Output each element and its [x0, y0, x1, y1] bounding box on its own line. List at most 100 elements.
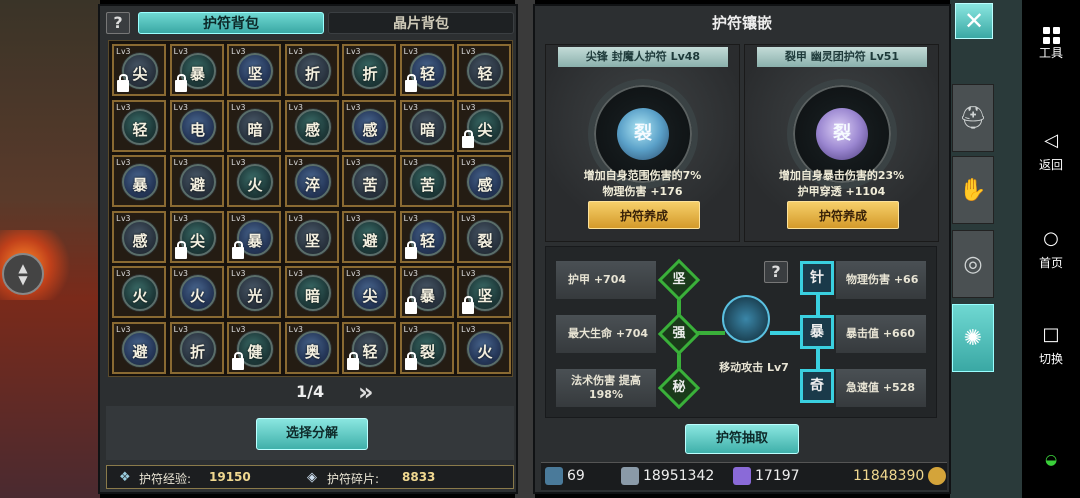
next-page-icon[interactable]: »: [358, 378, 373, 406]
slot-level: Lv3: [116, 269, 131, 278]
amulet-slot[interactable]: Lv3 火: [112, 266, 166, 318]
amulet-slot[interactable]: Lv3 光: [227, 266, 281, 318]
amulet-slot[interactable]: Lv3 裂: [457, 210, 511, 263]
amulet-slot[interactable]: Lv3 暗: [399, 99, 454, 152]
amulet-slot[interactable]: Lv3 折: [169, 321, 224, 374]
amulet-glyph: 苦: [362, 176, 378, 194]
amulet-slot[interactable]: Lv3 尖: [342, 266, 396, 318]
amulet-slot[interactable]: Lv3 坚: [227, 44, 281, 96]
grid-icon: [1022, 16, 1080, 44]
amulet-slot[interactable]: Lv3 避: [169, 155, 224, 207]
amulet-glyph: 淬: [304, 176, 320, 194]
gem-socket-needle[interactable]: 针: [800, 261, 834, 295]
amulet-glyph: 感: [477, 176, 493, 194]
amulet-slot[interactable]: Lv3 感: [457, 155, 511, 207]
amulet-gem-icon: 暗: [409, 108, 446, 145]
lock-icon: [117, 74, 129, 92]
shield-tab[interactable]: ◎: [952, 230, 994, 298]
floating-scroll-button[interactable]: ▲ ▼: [2, 253, 44, 295]
gem-socket-strong[interactable]: 强: [657, 312, 701, 356]
amulet-slot[interactable]: Lv3 尖: [457, 99, 511, 152]
amulet-slot[interactable]: Lv3 苦: [342, 155, 396, 207]
amulet-slot[interactable]: Lv3 火: [457, 321, 511, 374]
amulet-slot[interactable]: Lv3 暴: [112, 155, 166, 207]
amulet-slot[interactable]: Lv3 坚: [457, 266, 511, 318]
core-skill-label: 移动攻击 Lv7: [719, 361, 789, 374]
amulet-gem-icon: 光: [237, 275, 273, 311]
amulet-slot[interactable]: Lv3 苦: [399, 155, 454, 207]
amulet-slot[interactable]: Lv3 奥: [284, 321, 339, 374]
amulet-slot[interactable]: Lv3 火: [169, 266, 224, 318]
sword-icon: [545, 467, 563, 485]
amulet-glyph: 轻: [132, 120, 148, 139]
amulet-slot[interactable]: Lv3 轻: [399, 44, 454, 96]
slot-level: Lv3: [461, 324, 476, 334]
help-icon[interactable]: ?: [764, 261, 788, 283]
amulet-slot[interactable]: Lv3 暗: [284, 266, 339, 318]
amulet-slot[interactable]: Lv3 折: [284, 44, 339, 96]
amulet-slot[interactable]: Lv3 轻: [342, 321, 396, 374]
amulet-slot[interactable]: Lv3 轻: [112, 99, 166, 152]
amulet-slot[interactable]: Lv3 健: [227, 321, 281, 374]
amulet-glyph: 火: [477, 342, 493, 361]
amulet-gem-icon: 感: [467, 164, 503, 200]
gloves-tab[interactable]: ✋: [952, 156, 994, 224]
tab-chip-bag[interactable]: 晶片背包: [328, 12, 514, 34]
amulet-slot[interactable]: Lv3 暴: [169, 44, 224, 96]
help-icon[interactable]: ?: [106, 12, 130, 34]
exp-gem-icon: ❖: [119, 470, 131, 485]
amulet-glyph: 坚: [304, 231, 320, 250]
amulet-slot[interactable]: Lv3 淬: [284, 155, 339, 207]
amulet-slot[interactable]: Lv3 暴: [227, 210, 281, 263]
helmet-tab[interactable]: ⛑: [952, 84, 994, 152]
slot-level: Lv3: [173, 47, 188, 56]
nav-back[interactable]: ◁ 返回: [1022, 128, 1080, 173]
gem-socket-hard[interactable]: 坚: [657, 258, 701, 302]
amulet-glyph: 避: [132, 342, 148, 361]
tab-amulet-bag[interactable]: 护符背包: [138, 12, 324, 34]
amulet-slot[interactable]: Lv3 感: [284, 99, 339, 152]
amulet-slot[interactable]: Lv3 裂: [399, 321, 454, 374]
select-decompose-button[interactable]: 选择分解: [256, 418, 368, 450]
amulet-slot[interactable]: Lv3 感: [112, 210, 166, 263]
stat-physical-damage: 物理伤害 +66: [836, 261, 926, 299]
lock-icon: [462, 296, 474, 314]
amulet-card-2[interactable]: 裂甲 幽灵团护符 Lv51 裂 增加自身暴击伤害的23% 护甲穿透 +1104 …: [744, 44, 939, 242]
amulet-extract-button[interactable]: 护符抽取: [685, 424, 799, 454]
amulet-glyph: 苦: [419, 176, 435, 194]
amulet-slot[interactable]: Lv3 轻: [457, 44, 511, 96]
amulet-slot[interactable]: Lv3 尖: [169, 210, 224, 263]
amulet-slot[interactable]: Lv3 火: [227, 155, 281, 207]
amulet-gem-icon: 坚: [237, 53, 273, 89]
amulet-slot[interactable]: Lv3 电: [169, 99, 224, 152]
slot-level: Lv3: [116, 324, 131, 334]
amulet-gem-icon: 尖: [352, 275, 388, 311]
amulet-upgrade-button[interactable]: 护符养成: [787, 201, 899, 229]
core-skill-icon[interactable]: [722, 295, 770, 343]
gem-socket-secret[interactable]: 秘: [657, 366, 701, 410]
nav-tools[interactable]: 工具: [1022, 16, 1080, 61]
amulet-tab[interactable]: ✺: [952, 304, 994, 372]
amulet-upgrade-button[interactable]: 护符养成: [588, 201, 700, 229]
slot-level: Lv3: [231, 324, 246, 334]
amulet-card-1[interactable]: 尖锋 封魔人护符 Lv48 裂 增加自身范围伤害的7% 物理伤害 +176 护符…: [545, 44, 740, 242]
amulet-slot[interactable]: Lv3 暴: [399, 266, 454, 318]
amulet-slot[interactable]: Lv3 暗: [227, 99, 281, 152]
gem-socket-crit[interactable]: 暴: [800, 315, 834, 349]
slot-level: Lv3: [173, 269, 188, 278]
amulet-slot[interactable]: Lv3 尖: [112, 44, 166, 96]
amulet-slot[interactable]: Lv3 轻: [399, 210, 454, 263]
amulet-glyph: 感: [304, 120, 320, 139]
amulet-slot[interactable]: Lv3 避: [112, 321, 166, 374]
gem-socket-odd[interactable]: 奇: [800, 369, 834, 403]
amulet-slot[interactable]: Lv3 折: [342, 44, 396, 96]
amulet-slot[interactable]: Lv3 感: [342, 99, 396, 152]
gloves-icon: ✋: [959, 177, 987, 203]
close-button[interactable]: ✕: [955, 3, 993, 39]
nav-home[interactable]: ○ 首页: [1022, 226, 1080, 271]
amulet-slot[interactable]: Lv3 避: [342, 210, 396, 263]
amulet-slot[interactable]: Lv3 坚: [284, 210, 339, 263]
nav-switch[interactable]: □ 切换: [1022, 322, 1080, 367]
amulet-gem-icon: 暗: [294, 275, 331, 311]
amulet-glyph: 感: [362, 120, 378, 139]
